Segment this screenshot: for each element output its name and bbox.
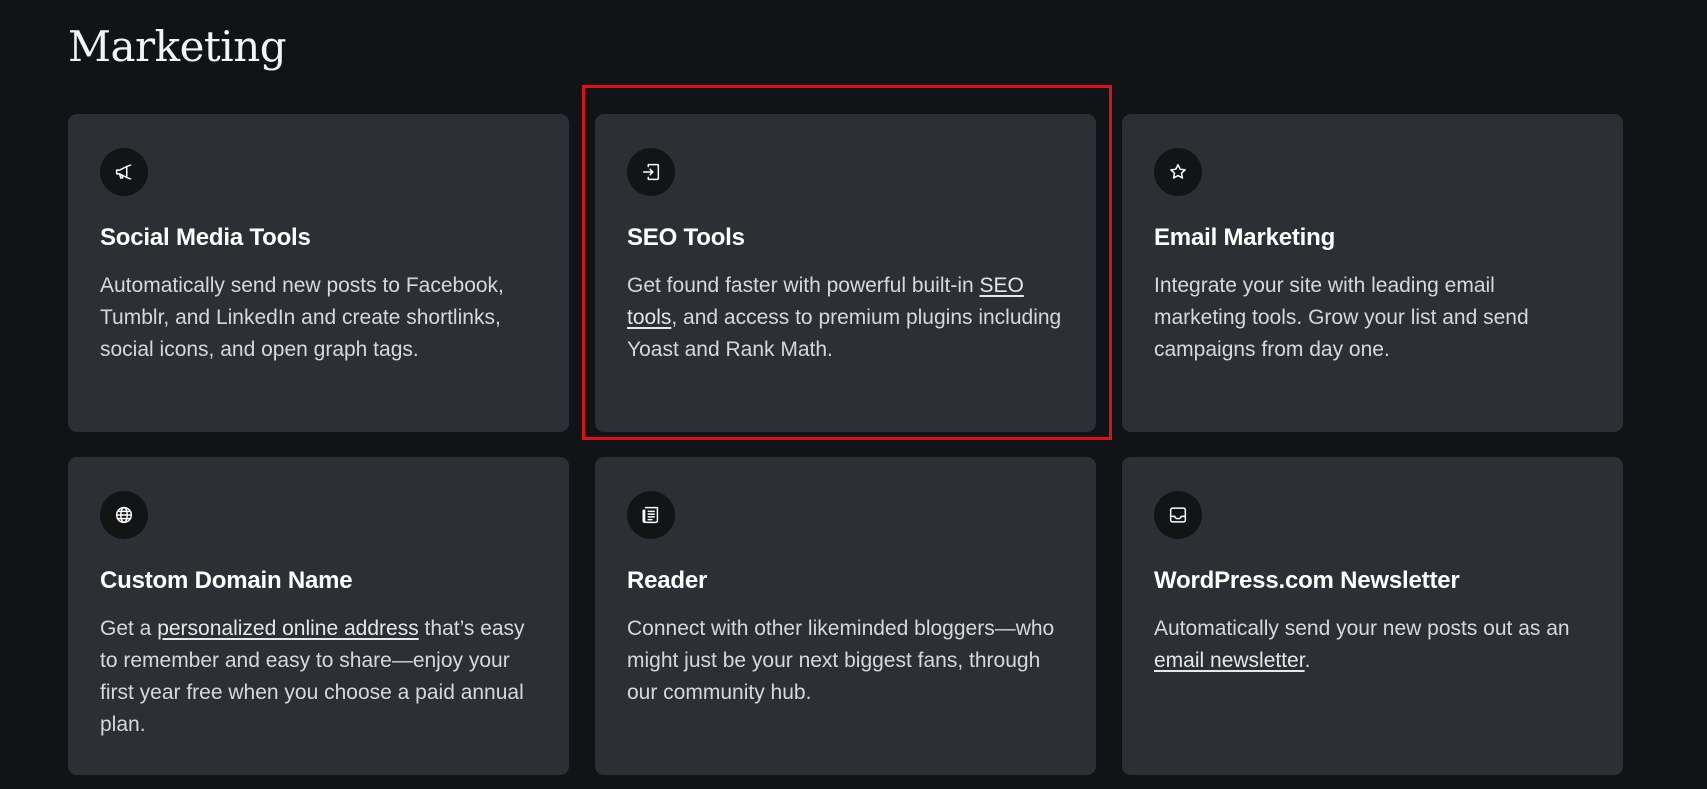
card-email-marketing: Email Marketing Integrate your site with…: [1122, 114, 1623, 432]
card-title: SEO Tools: [627, 224, 745, 251]
star-icon: [1154, 148, 1202, 196]
desc-text: , and access to premium plugins includin…: [627, 306, 1062, 361]
desc-text: Get found faster with powerful built-in: [627, 274, 980, 297]
card-title: Reader: [627, 567, 708, 594]
card-social-media-tools: Social Media Tools Automatically send ne…: [68, 114, 569, 432]
card-custom-domain-name: Custom Domain Name Get a personalized on…: [68, 457, 569, 775]
desc-text: Automatically send your new posts out as…: [1154, 617, 1570, 640]
card-seo-tools: SEO Tools Get found faster with powerful…: [595, 114, 1096, 432]
section-title: Marketing: [68, 22, 287, 71]
personalized-online-address-link[interactable]: personalized online address: [157, 617, 419, 640]
inbox-icon: [1154, 491, 1202, 539]
card-description: Get a personalized online address that’s…: [100, 613, 537, 741]
card-description: Connect with other likeminded bloggers—w…: [627, 617, 1055, 704]
desc-text: Get a: [100, 617, 158, 640]
email-newsletter-link[interactable]: email newsletter: [1154, 649, 1305, 672]
card-description: Get found faster with powerful built-in …: [627, 270, 1064, 366]
card-description: Automatically send new posts to Facebook…: [100, 274, 504, 361]
reader-icon: [627, 491, 675, 539]
card-title: Email Marketing: [1154, 224, 1336, 251]
card-wordpress-newsletter: WordPress.com Newsletter Automatically s…: [1122, 457, 1623, 775]
desc-text: .: [1304, 649, 1311, 672]
seo-login-icon: [627, 148, 675, 196]
card-title: WordPress.com Newsletter: [1154, 567, 1460, 594]
megaphone-icon: [100, 148, 148, 196]
card-description: Automatically send your new posts out as…: [1154, 613, 1591, 677]
card-description: Integrate your site with leading email m…: [1154, 274, 1529, 361]
marketing-page: Marketing Social Media Tools Automatical…: [0, 0, 1707, 789]
card-reader: Reader Connect with other likeminded blo…: [595, 457, 1096, 775]
card-title: Custom Domain Name: [100, 567, 353, 594]
features-grid: Social Media Tools Automatically send ne…: [68, 114, 1623, 775]
globe-icon: [100, 491, 148, 539]
card-title: Social Media Tools: [100, 224, 311, 251]
